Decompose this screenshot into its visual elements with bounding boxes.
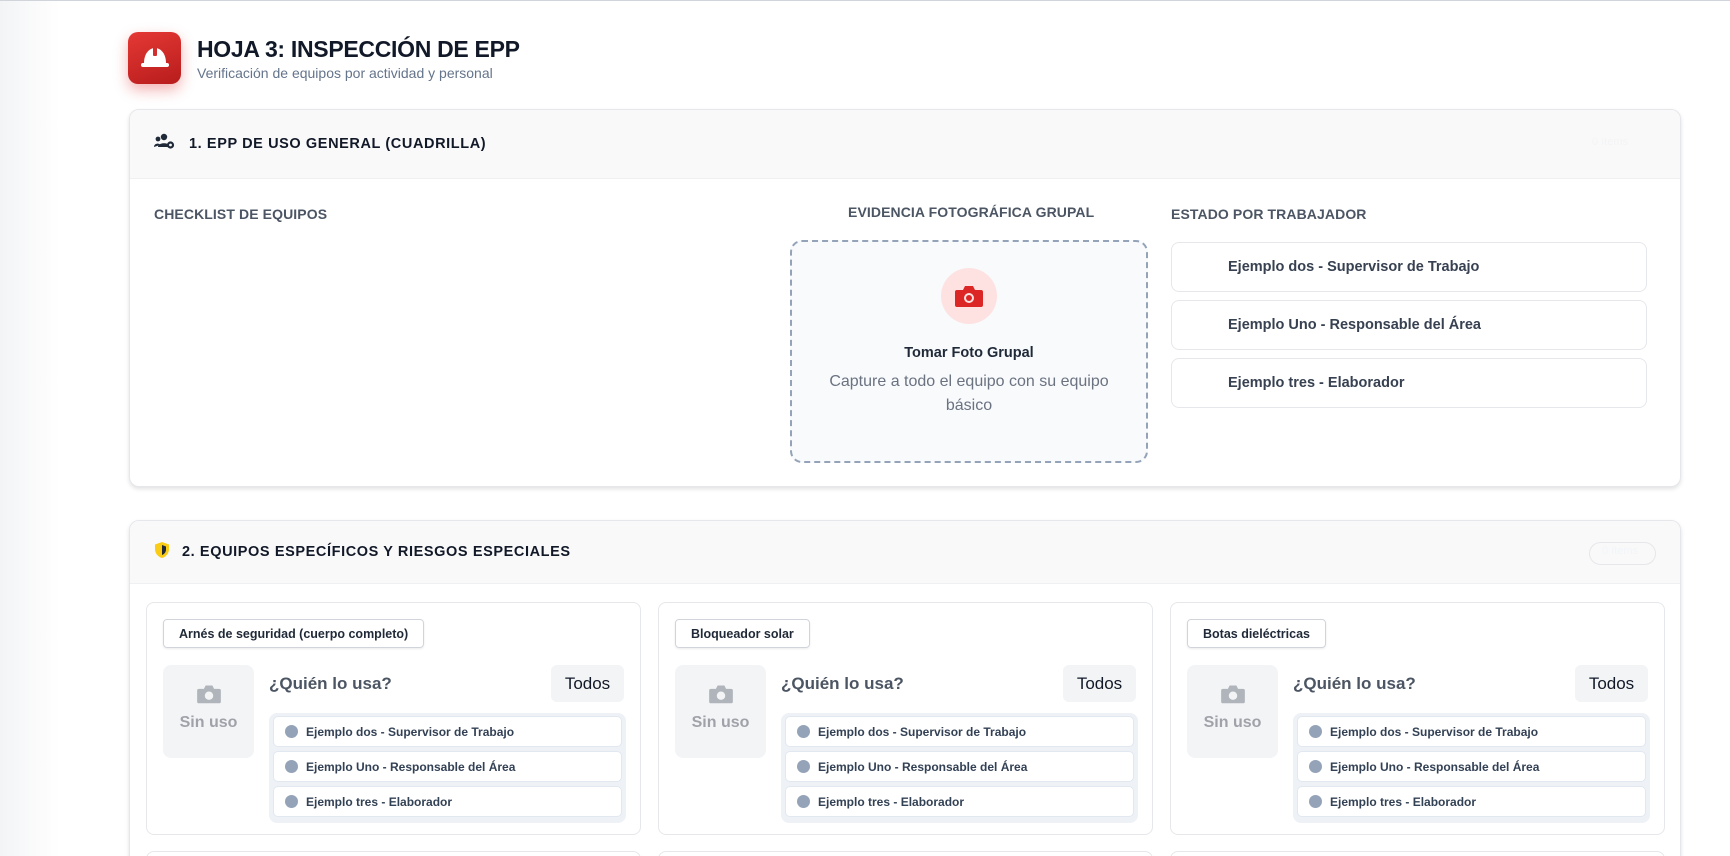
photo-evidence-label: EVIDENCIA FOTOGRÁFICA GRUPAL: [848, 204, 1095, 220]
section-title: 2. EQUIPOS ESPECÍFICOS Y RIESGOS ESPECIA…: [182, 544, 571, 560]
no-use-label: Sin uso: [1203, 714, 1262, 731]
no-use-label: Sin uso: [691, 714, 750, 731]
item-count-badge: 0 ítems: [1591, 136, 1628, 148]
status-dot: [285, 760, 298, 773]
person-option[interactable]: Ejemplo dos - Supervisor de Trabajo: [785, 716, 1134, 747]
group-photo-dropzone[interactable]: Tomar Foto Grupal Capture a todo el equi…: [790, 240, 1148, 463]
equipment-card-partial: [1170, 851, 1665, 856]
camera-icon: [1187, 683, 1278, 710]
status-dot: [797, 760, 810, 773]
status-dot: [797, 795, 810, 808]
camera-icon: [675, 683, 766, 710]
equipment-photo-slot[interactable]: Sin uso: [163, 665, 254, 758]
equipment-card-partial: [658, 851, 1153, 856]
equipment-photo-slot[interactable]: Sin uso: [675, 665, 766, 758]
person-name: Ejemplo Uno - Responsable del Área: [306, 759, 516, 774]
person-name: Ejemplo tres - Elaborador: [818, 794, 965, 809]
camera-icon: [941, 268, 997, 324]
page-title: HOJA 3: INSPECCIÓN DE EPP: [197, 36, 520, 62]
equipment-card: Arnés de seguridad (cuerpo completo) Sin…: [146, 602, 641, 835]
person-name: Ejemplo dos - Supervisor de Trabajo: [1330, 724, 1539, 739]
equipment-cards: Arnés de seguridad (cuerpo completo) Sin…: [146, 602, 1665, 835]
next-cards-row: [146, 851, 1665, 856]
select-all-button[interactable]: Todos: [551, 665, 624, 702]
equipment-name: Botas dieléctricas: [1187, 619, 1326, 648]
section-header: 1. EPP DE USO GENERAL (CUADRILLA) 0 ítem…: [130, 110, 1680, 179]
people-list: Ejemplo dos - Supervisor de Trabajo Ejem…: [781, 713, 1138, 823]
select-all-button[interactable]: Todos: [1575, 665, 1648, 702]
group-users-icon: [154, 133, 175, 156]
shield-icon: [154, 541, 170, 564]
person-name: Ejemplo dos - Supervisor de Trabajo: [818, 724, 1027, 739]
section-header: 2. EQUIPOS ESPECÍFICOS Y RIESGOS ESPECIA…: [130, 521, 1680, 584]
status-dot: [285, 795, 298, 808]
person-option[interactable]: Ejemplo Uno - Responsable del Área: [1297, 751, 1646, 782]
checklist-label: CHECKLIST DE EQUIPOS: [154, 206, 328, 222]
left-margin: [0, 1, 60, 856]
people-list: Ejemplo dos - Supervisor de Trabajo Ejem…: [269, 713, 626, 823]
worker-item[interactable]: Ejemplo Uno - Responsable del Área: [1171, 300, 1647, 350]
photo-description: Capture a todo el equipo con su equipo b…: [829, 373, 1109, 414]
person-option[interactable]: Ejemplo tres - Elaborador: [1297, 786, 1646, 817]
person-option[interactable]: Ejemplo Uno - Responsable del Área: [785, 751, 1134, 782]
worker-item[interactable]: Ejemplo tres - Elaborador: [1171, 358, 1647, 408]
people-list: Ejemplo dos - Supervisor de Trabajo Ejem…: [1293, 713, 1650, 823]
person-option[interactable]: Ejemplo dos - Supervisor de Trabajo: [273, 716, 622, 747]
equipment-name: Arnés de seguridad (cuerpo completo): [163, 619, 425, 648]
page-header: HOJA 3: INSPECCIÓN DE EPP Verificación d…: [128, 32, 520, 84]
person-option[interactable]: Ejemplo tres - Elaborador: [273, 786, 622, 817]
no-use-label: Sin uso: [179, 714, 238, 731]
select-all-button[interactable]: Todos: [1063, 665, 1136, 702]
page-subtitle: Verificación de equipos por actividad y …: [197, 65, 493, 81]
status-dot: [1309, 725, 1322, 738]
equipment-card-partial: [146, 851, 641, 856]
person-option[interactable]: Ejemplo dos - Supervisor de Trabajo: [1297, 716, 1646, 747]
equipment-card: Bloqueador solar Sin uso ¿Quién lo usa? …: [658, 602, 1153, 835]
who-uses-label: ¿Quién lo usa?: [1293, 674, 1416, 693]
person-name: Ejemplo Uno - Responsable del Área: [1330, 759, 1540, 774]
status-dot: [1309, 760, 1322, 773]
equipment-card: Botas dieléctricas Sin uso ¿Quién lo usa…: [1170, 602, 1665, 835]
section-title: 1. EPP DE USO GENERAL (CUADRILLA): [189, 136, 487, 152]
workers-status-label: ESTADO POR TRABAJADOR: [1171, 206, 1367, 222]
worker-status-list: Ejemplo dos - Supervisor de Trabajo Ejem…: [1171, 242, 1647, 416]
helmet-icon: [128, 32, 181, 84]
status-dot: [285, 725, 298, 738]
person-option[interactable]: Ejemplo tres - Elaborador: [785, 786, 1134, 817]
worker-item[interactable]: Ejemplo dos - Supervisor de Trabajo: [1171, 242, 1647, 292]
person-name: Ejemplo dos - Supervisor de Trabajo: [306, 724, 515, 739]
person-name: Ejemplo tres - Elaborador: [306, 794, 453, 809]
camera-icon: [163, 683, 254, 710]
person-name: Ejemplo Uno - Responsable del Área: [818, 759, 1028, 774]
who-uses-label: ¿Quién lo usa?: [269, 674, 392, 693]
equipment-name: Bloqueador solar: [675, 619, 810, 648]
section-general-epp: 1. EPP DE USO GENERAL (CUADRILLA) 0 ítem…: [129, 109, 1681, 487]
person-option[interactable]: Ejemplo Uno - Responsable del Área: [273, 751, 622, 782]
who-uses-label: ¿Quién lo usa?: [781, 674, 904, 693]
status-dot: [1309, 795, 1322, 808]
person-name: Ejemplo tres - Elaborador: [1330, 794, 1477, 809]
status-dot: [797, 725, 810, 738]
item-count-badge: 0 ítems: [1589, 542, 1656, 565]
section-specific-equipment: 2. EQUIPOS ESPECÍFICOS Y RIESGOS ESPECIA…: [129, 520, 1681, 856]
photo-title: Tomar Foto Grupal: [904, 345, 1034, 361]
equipment-photo-slot[interactable]: Sin uso: [1187, 665, 1278, 758]
